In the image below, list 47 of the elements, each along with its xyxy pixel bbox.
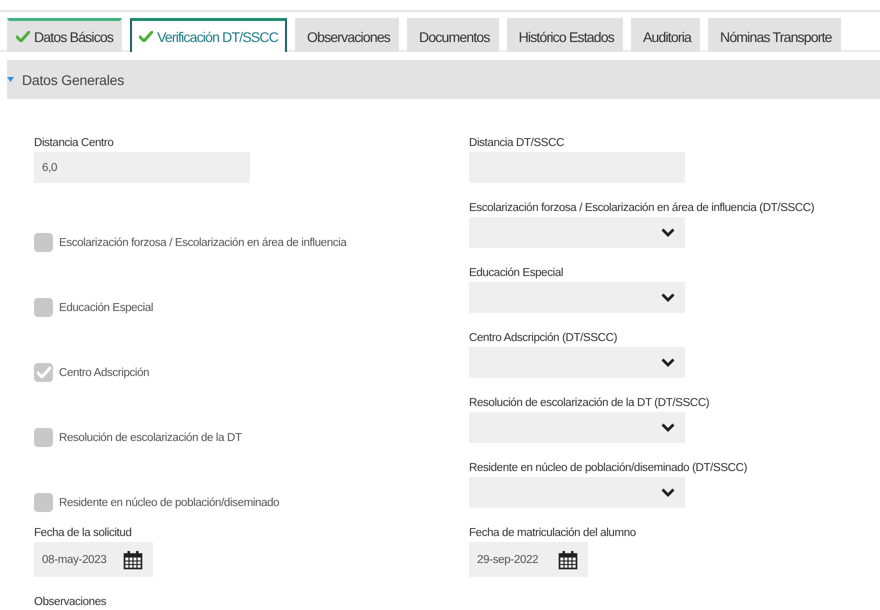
select-field[interactable] [469, 217, 685, 248]
checkbox[interactable] [34, 363, 53, 382]
chevron-down-icon [661, 293, 675, 302]
select-field[interactable] [469, 282, 685, 313]
field-label: Centro Adscripción (DT/SSCC) [469, 331, 618, 346]
field-label: Residente en núcleo de población/diseminado (DT/SSCC) [469, 461, 748, 476]
select-field[interactable] [469, 477, 685, 508]
checkbox[interactable] [34, 493, 53, 512]
tab[interactable]: Observaciones [295, 18, 400, 52]
field-label: Distancia Centro [34, 136, 114, 151]
checkbox-label: Educación Especial [59, 302, 154, 314]
select-field[interactable] [469, 347, 685, 378]
field-label: Fecha de matriculación del alumno [469, 526, 636, 541]
section-header[interactable]: Datos Generales [7, 60, 880, 99]
tab[interactable]: Documentos [407, 18, 499, 52]
tab[interactable]: Verificación DT/SSCC [130, 18, 288, 52]
checkbox[interactable] [34, 298, 53, 317]
checkbox-label: Centro Adscripción [59, 366, 150, 378]
tab[interactable]: Nóminas Transporte [708, 18, 841, 52]
check-icon [36, 367, 50, 378]
tab[interactable]: Auditoria [630, 18, 700, 52]
date-field[interactable]: 29-sep-2022 [469, 542, 588, 577]
checkbox[interactable] [34, 428, 53, 447]
field-label: Distancia DT/SSCC [469, 136, 564, 151]
checkbox-label: Resolución de escolarización de la DT [59, 432, 242, 444]
chevron-down-icon [661, 358, 675, 367]
chevron-down-icon [661, 423, 675, 432]
tab[interactable]: Datos Básicos [7, 18, 122, 52]
field-label: Resolución de escolarización de la DT (DT/SSCC) [469, 396, 710, 411]
checkbox-label: Escolarización forzosa / Escolarización en área de influencia [59, 236, 346, 248]
check-icon [139, 31, 154, 42]
section-title: Datos Generales [22, 72, 124, 88]
checkbox[interactable] [34, 233, 53, 252]
field-label: Fecha de la solicitud [34, 526, 132, 541]
date-field[interactable]: 08-may-2023 [34, 542, 153, 577]
text-field[interactable]: 6,0 [34, 152, 250, 183]
calendar-icon[interactable] [558, 550, 578, 570]
check-icon [16, 31, 30, 42]
calendar-icon[interactable] [123, 550, 143, 570]
select-field[interactable] [469, 412, 685, 443]
checkbox-label: Residente en núcleo de población/diseminado [59, 496, 280, 508]
section-label: Observaciones [34, 595, 106, 610]
chevron-down-icon [661, 228, 675, 237]
field-label: Educación Especial [469, 266, 564, 281]
tab[interactable]: Histórico Estados [506, 18, 623, 52]
field-label: Escolarización forzosa / Escolarización en área de influencia (DT/SSCC) [469, 201, 814, 216]
chevron-down-icon [661, 488, 675, 497]
